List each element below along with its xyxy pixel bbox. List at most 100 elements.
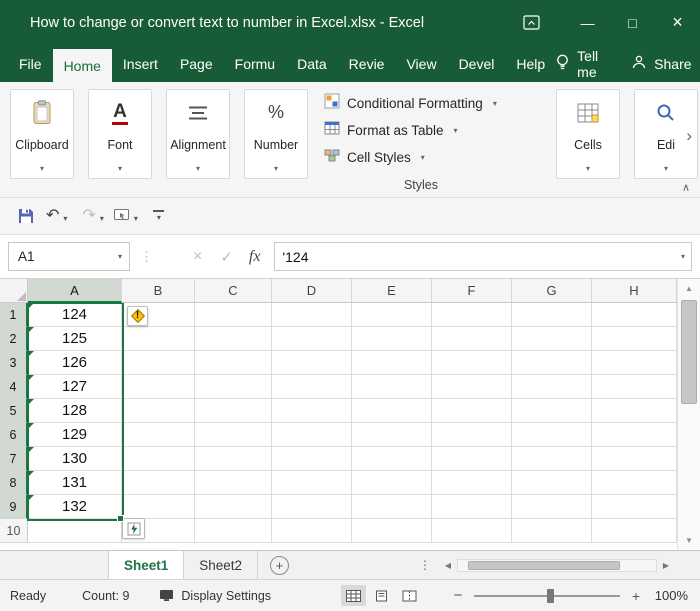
cell-F7[interactable] (432, 447, 512, 471)
cell-A1[interactable]: 124 (28, 303, 122, 327)
cell-B7[interactable] (122, 447, 195, 471)
tab-view[interactable]: View (395, 45, 447, 82)
cell-C8[interactable] (195, 471, 272, 495)
column-header-H[interactable]: H (592, 279, 677, 303)
cell-C4[interactable] (195, 375, 272, 399)
row-header-7[interactable]: 7 (0, 447, 28, 471)
collapse-ribbon-icon[interactable]: ∧ (682, 181, 690, 194)
cell-B4[interactable] (122, 375, 195, 399)
page-layout-view-button[interactable] (369, 585, 394, 606)
vertical-scroll-thumb[interactable] (681, 300, 697, 404)
cell-F5[interactable] (432, 399, 512, 423)
cell-H2[interactable] (592, 327, 677, 351)
row-header-4[interactable]: 4 (0, 375, 28, 399)
cell-F1[interactable] (432, 303, 512, 327)
scroll-left-button[interactable]: ◀ (439, 561, 457, 570)
cell-F3[interactable] (432, 351, 512, 375)
vertical-scrollbar[interactable]: ▲ ▼ (677, 279, 700, 550)
cell-G1[interactable] (512, 303, 592, 327)
cell-F6[interactable] (432, 423, 512, 447)
cell-H7[interactable] (592, 447, 677, 471)
status-count[interactable]: Count: 9 (82, 589, 129, 603)
chevron-down-icon[interactable]: ▾ (134, 214, 138, 223)
cell-B6[interactable] (122, 423, 195, 447)
cell-H1[interactable] (592, 303, 677, 327)
normal-view-button[interactable] (341, 585, 366, 606)
cell-G4[interactable] (512, 375, 592, 399)
cell-C1[interactable] (195, 303, 272, 327)
ribbon-overflow-arrow[interactable]: › (686, 126, 692, 146)
cell-E10[interactable] (352, 519, 432, 543)
cell-D7[interactable] (272, 447, 352, 471)
cell-A3[interactable]: 126 (28, 351, 122, 375)
cell-F9[interactable] (432, 495, 512, 519)
undo-button[interactable]: ↶ (46, 208, 59, 224)
cell-G2[interactable] (512, 327, 592, 351)
page-break-preview-button[interactable] (397, 585, 422, 606)
cell-B9[interactable] (122, 495, 195, 519)
chevron-down-icon[interactable]: ▾ (118, 252, 122, 261)
fill-handle[interactable] (117, 515, 124, 522)
ribbon-display-options-button[interactable] (513, 0, 549, 45)
cell-E5[interactable] (352, 399, 432, 423)
zoom-slider[interactable] (474, 588, 620, 604)
column-header-G[interactable]: G (512, 279, 592, 303)
touch-mouse-mode-button[interactable] (113, 208, 130, 224)
customize-qat-button[interactable]: ▾ (152, 210, 164, 222)
name-box[interactable]: A1 ▾ (8, 242, 130, 271)
cell-A7[interactable]: 130 (28, 447, 122, 471)
row-header-5[interactable]: 5 (0, 399, 28, 423)
cell-H3[interactable] (592, 351, 677, 375)
cell-G8[interactable] (512, 471, 592, 495)
cell-D8[interactable] (272, 471, 352, 495)
cell-D10[interactable] (272, 519, 352, 543)
vertical-scroll-track[interactable] (678, 298, 700, 531)
cell-C10[interactable] (195, 519, 272, 543)
column-header-C[interactable]: C (195, 279, 272, 303)
row-header-1[interactable]: 1 (0, 303, 28, 327)
cell-H8[interactable] (592, 471, 677, 495)
tab-formulas[interactable]: Formu (224, 45, 286, 82)
error-checking-button[interactable]: ! (127, 306, 148, 326)
sheet-tab-sheet1[interactable]: Sheet1 (108, 551, 185, 579)
cell-C5[interactable] (195, 399, 272, 423)
cell-D6[interactable] (272, 423, 352, 447)
zoom-out-button[interactable]: − (450, 587, 466, 604)
zoom-level[interactable]: 100% (644, 588, 688, 603)
display-settings-button[interactable]: Display Settings (159, 589, 271, 603)
tab-overflow-dots[interactable]: ⋮ (411, 551, 439, 579)
cell-E2[interactable] (352, 327, 432, 351)
cell-G5[interactable] (512, 399, 592, 423)
cell-A2[interactable]: 125 (28, 327, 122, 351)
cell-B8[interactable] (122, 471, 195, 495)
ribbon-group-clipboard[interactable]: Clipboard ▾ (10, 89, 74, 179)
cell-A8[interactable]: 131 (28, 471, 122, 495)
cell-C3[interactable] (195, 351, 272, 375)
cell-D1[interactable] (272, 303, 352, 327)
cell-E9[interactable] (352, 495, 432, 519)
scroll-up-button[interactable]: ▲ (678, 279, 700, 298)
horizontal-scroll-thumb[interactable] (468, 560, 620, 570)
cell-D9[interactable] (272, 495, 352, 519)
scroll-right-button[interactable]: ▶ (657, 561, 675, 570)
tab-data[interactable]: Data (286, 45, 338, 82)
tab-review[interactable]: Revie (338, 45, 396, 82)
formula-input[interactable]: '124 ▾ (274, 242, 692, 271)
cell-H10[interactable] (592, 519, 677, 543)
insert-function-icon[interactable]: fx (249, 248, 261, 266)
save-button[interactable] (18, 208, 34, 224)
format-as-table-button[interactable]: Format as Table ▾ (322, 117, 520, 144)
cell-A5[interactable]: 128 (28, 399, 122, 423)
cell-G10[interactable] (512, 519, 592, 543)
horizontal-scroll-track[interactable] (457, 558, 657, 572)
cell-C6[interactable] (195, 423, 272, 447)
conditional-formatting-button[interactable]: Conditional Formatting ▾ (322, 90, 520, 117)
cell-G9[interactable] (512, 495, 592, 519)
cell-D4[interactable] (272, 375, 352, 399)
minimize-button[interactable]: — (565, 0, 610, 45)
enter-icon[interactable]: ✓ (220, 248, 233, 266)
cell-H5[interactable] (592, 399, 677, 423)
tab-file[interactable]: File (8, 45, 53, 82)
cell-B3[interactable] (122, 351, 195, 375)
tab-page-layout[interactable]: Page (169, 45, 224, 82)
